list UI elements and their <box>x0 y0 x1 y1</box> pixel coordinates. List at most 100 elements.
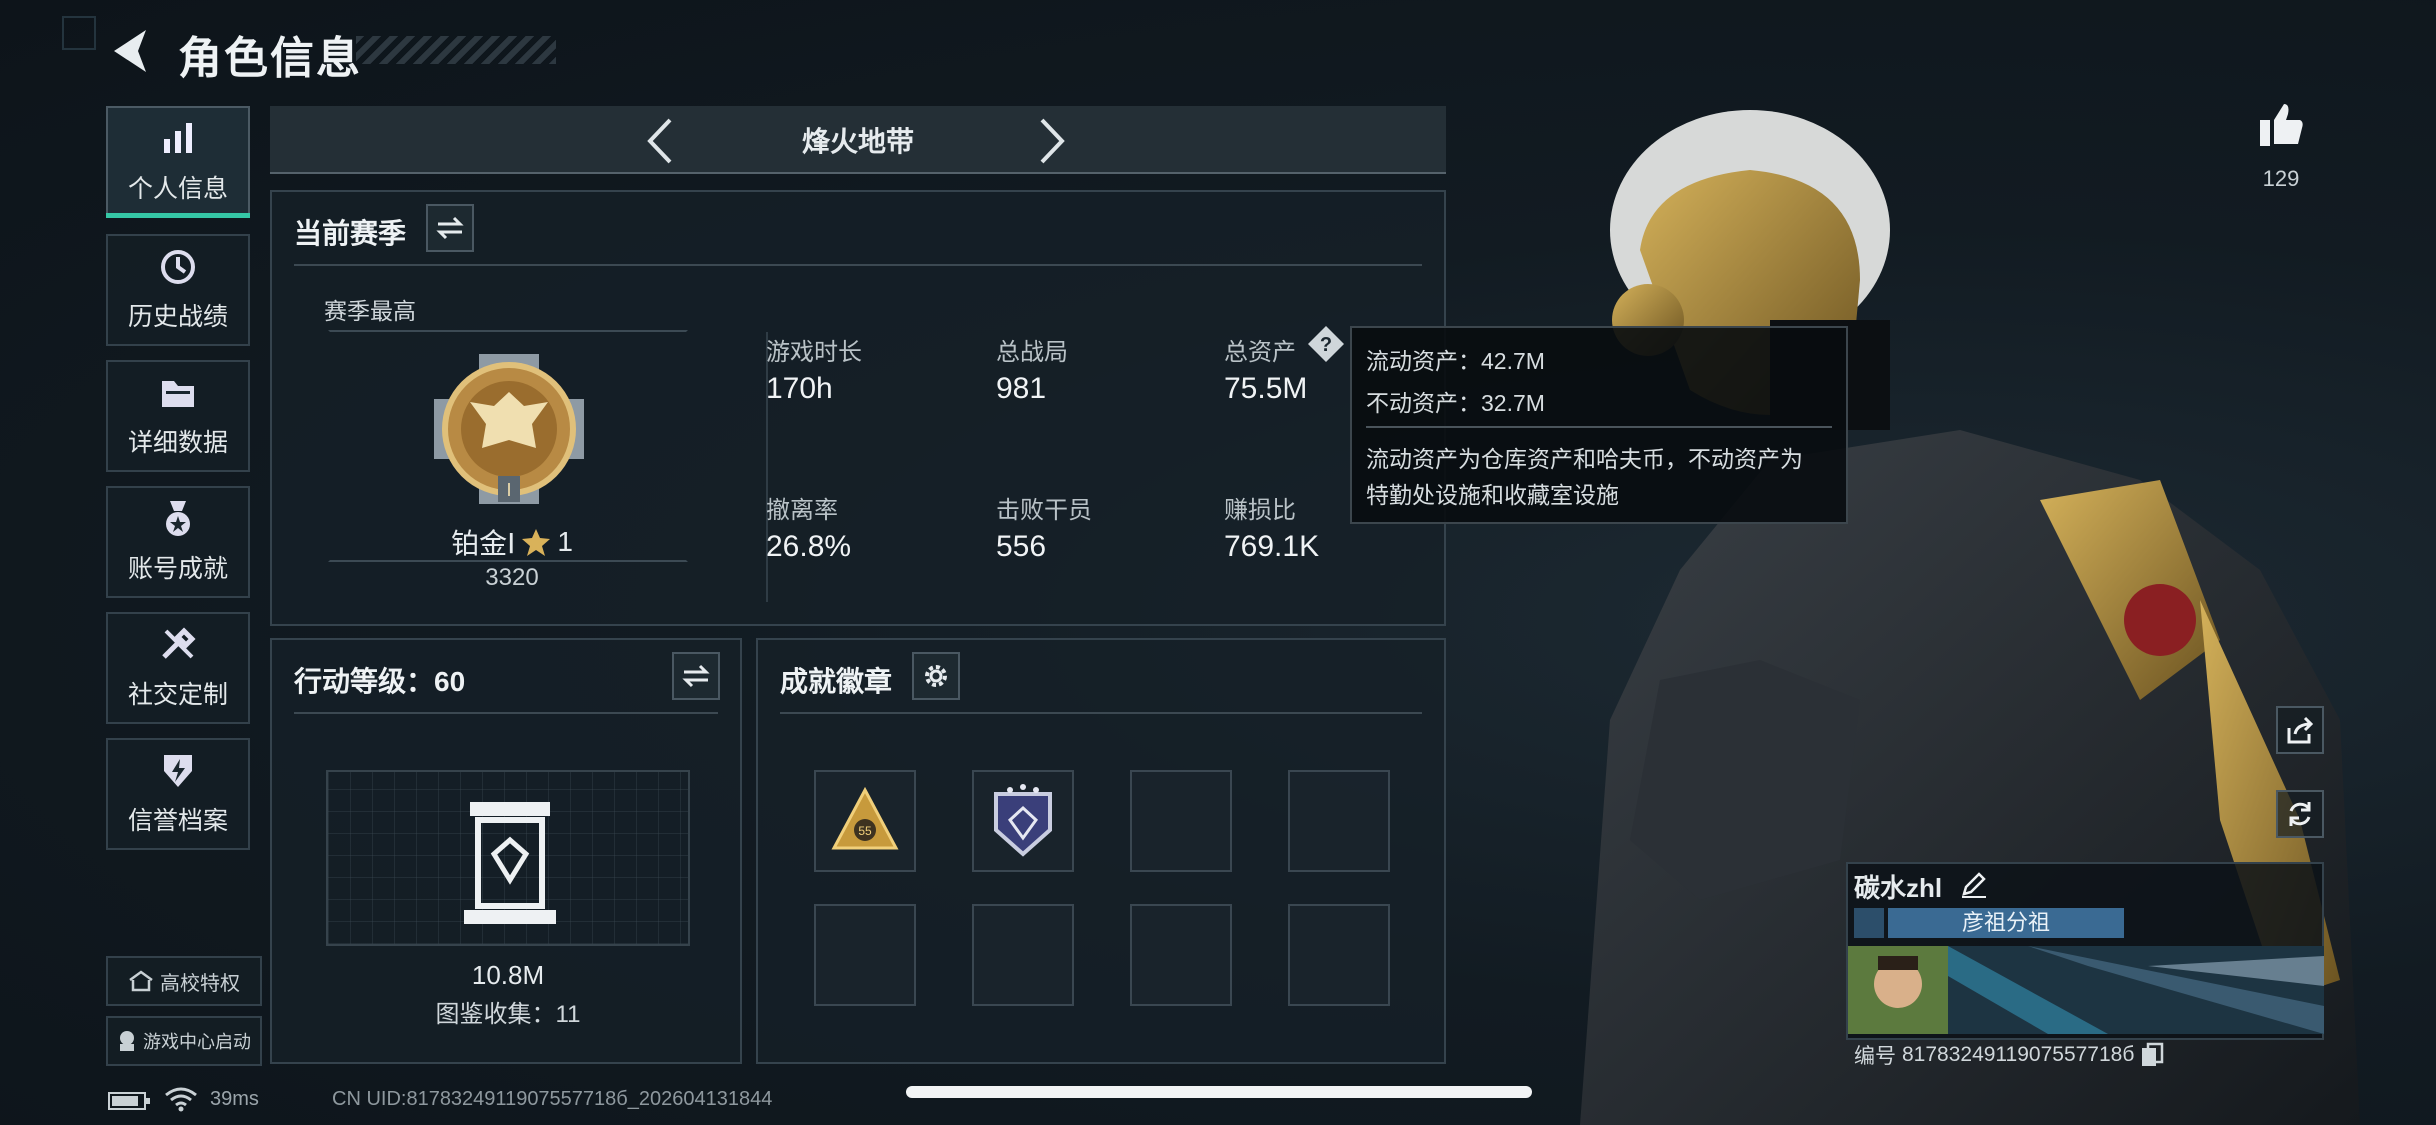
divider <box>294 712 718 714</box>
svg-text:?: ? <box>1320 334 1332 356</box>
stat-value: 981 <box>996 372 1047 405</box>
rank-points: 3320 <box>485 564 539 591</box>
sidebar-item-history[interactable]: 历史战绩 <box>106 234 250 346</box>
swap-icon <box>682 664 710 688</box>
stat-value: 26.8% <box>766 530 852 563</box>
title-decoration <box>356 36 556 64</box>
sidebar-item-social-custom[interactable]: 社交定制 <box>106 612 250 724</box>
action-level-title: 行动等级：60 <box>294 666 466 697</box>
action-level-switch-button[interactable] <box>672 652 720 700</box>
achievements-title: 成就徽章 <box>780 666 893 697</box>
map-name: 烽火地带 <box>801 126 914 157</box>
gear-icon <box>925 665 947 687</box>
season-title: 当前赛季 <box>294 218 407 249</box>
stat-label: 赚损比 <box>1224 497 1296 524</box>
badge-slot[interactable]: 55 <box>814 770 916 872</box>
badge-slot-empty[interactable] <box>1130 904 1232 1006</box>
stat-value: 769.1K <box>1224 530 1320 563</box>
stat-label: 撤离率 <box>766 497 838 524</box>
badge-slot-empty[interactable] <box>814 904 916 1006</box>
player-name: 碳水zhl <box>1854 873 1943 903</box>
bar-chart-icon <box>164 123 192 153</box>
thumbs-up-icon <box>2260 104 2303 146</box>
display-case-icon <box>464 802 556 924</box>
achievements-panel: 成就徽章 55 <box>756 638 1446 1064</box>
collection-count: 图鉴收集：11 <box>435 1001 581 1028</box>
player-id-row: 编号 8178324911907557718б <box>1854 1040 2164 1070</box>
tools-icon <box>162 627 196 659</box>
collection-display[interactable] <box>326 770 690 946</box>
tooltip-desc-line1: 流动资产为仓库资产和哈夫币，不动资产为 <box>1366 446 1803 472</box>
campus-privilege-label: 高校特权 <box>160 972 240 995</box>
chevron-right-icon <box>1040 118 1065 164</box>
action-level-panel: 行动等级：60 10.8M 图鉴收集：11 <box>270 638 742 1064</box>
svg-text:I: I <box>506 480 511 500</box>
game-center-label: 游戏中心启动 <box>143 1032 251 1052</box>
campus-privilege-button[interactable]: 高校特权 <box>106 956 262 1006</box>
tag-avatar <box>1854 908 1884 938</box>
swap-icon <box>436 216 464 240</box>
stat-label: 游戏时长 <box>766 339 862 366</box>
copy-icon[interactable] <box>2140 1042 2164 1068</box>
rank-name-row: 铂金Ⅰ 1 <box>442 522 582 562</box>
achievements-settings-button[interactable] <box>912 652 960 700</box>
page-title: 角色信息 <box>178 34 362 83</box>
tooltip-divider <box>1366 426 1832 428</box>
pencil-icon <box>1962 872 1986 898</box>
game-center-icon <box>120 1031 134 1051</box>
asset-tooltip: 流动资产：42.7M 不动资产：32.7M 流动资产为仓库资产和哈夫币，不动资产… <box>1350 326 1848 524</box>
rank-stars: 1 <box>557 526 573 557</box>
medal-icon <box>166 501 190 536</box>
season-switch-button[interactable] <box>426 204 474 252</box>
player-id-label: 编号 <box>1854 1045 1896 1068</box>
refresh-button[interactable] <box>2276 790 2324 838</box>
rank-name: 铂金Ⅰ <box>451 528 516 559</box>
badge-slot-empty[interactable] <box>1288 904 1390 1006</box>
badge-slot-empty[interactable] <box>1130 770 1232 872</box>
badge-slot[interactable] <box>972 770 1074 872</box>
ping-value: 39ms <box>210 1088 259 1110</box>
uid-text: CN UID:8178324911907557718б_202604131844 <box>332 1088 773 1110</box>
sidebar-item-label: 个人信息 <box>127 175 228 203</box>
next-map-button[interactable] <box>1034 116 1070 171</box>
player-card: 碳水zhl 彦祖分祖 <box>1846 862 2324 1040</box>
pyramid-badge-icon: 55 <box>831 786 899 850</box>
sidebar-item-label: 信誉档案 <box>127 807 228 835</box>
home-indicator[interactable] <box>906 1086 1532 1098</box>
asset-help-icon[interactable]: ? <box>1306 324 1346 369</box>
sidebar-item-detailed-data[interactable]: 详细数据 <box>106 360 250 472</box>
game-center-button[interactable]: 游戏中心启动 <box>106 1016 262 1066</box>
tooltip-liquid: 流动资产：42.7M <box>1366 348 1545 374</box>
player-banner <box>1848 946 2326 1034</box>
folder-icon <box>162 381 194 407</box>
badge-number: 55 <box>858 824 872 838</box>
season-panel: 当前赛季 赛季最高 I 铂金Ⅰ 1 3320 游戏时长 170h 总战局 981… <box>270 190 1446 626</box>
sidebar-item-label: 历史战绩 <box>127 303 228 331</box>
stat-label: 总资产 <box>1224 339 1296 366</box>
rank-emblem: I <box>424 344 594 519</box>
stat-value: 556 <box>996 530 1047 563</box>
collection-value: 10.8M <box>471 960 545 990</box>
sidebar-item-reputation[interactable]: 信誉档案 <box>106 738 250 850</box>
sidebar-item-personal-info[interactable]: 个人信息 <box>106 106 250 218</box>
edit-name-button[interactable] <box>1960 870 1988 903</box>
badge-slot-empty[interactable] <box>972 904 1074 1006</box>
season-best-label: 赛季最高 <box>324 298 416 324</box>
stat-value: 170h <box>766 372 833 405</box>
sidebar-item-label: 账号成就 <box>127 555 228 583</box>
divider <box>780 712 1422 714</box>
like-button[interactable] <box>2256 100 2306 155</box>
badge-slot-empty[interactable] <box>1288 770 1390 872</box>
shield-gem-badge-icon <box>994 784 1052 857</box>
corner-decoration <box>62 16 96 50</box>
wifi-icon <box>164 1086 198 1117</box>
player-id-value: 8178324911907557718б <box>1902 1043 2135 1066</box>
star-icon <box>522 529 551 556</box>
refresh-icon <box>2289 802 2311 826</box>
sidebar-item-achievements[interactable]: 账号成就 <box>106 486 250 598</box>
stat-value: 75.5M <box>1224 372 1308 405</box>
back-icon[interactable] <box>108 26 152 76</box>
history-clock-icon <box>161 250 195 284</box>
shield-bolt-icon <box>164 755 192 787</box>
share-button[interactable] <box>2276 706 2324 754</box>
